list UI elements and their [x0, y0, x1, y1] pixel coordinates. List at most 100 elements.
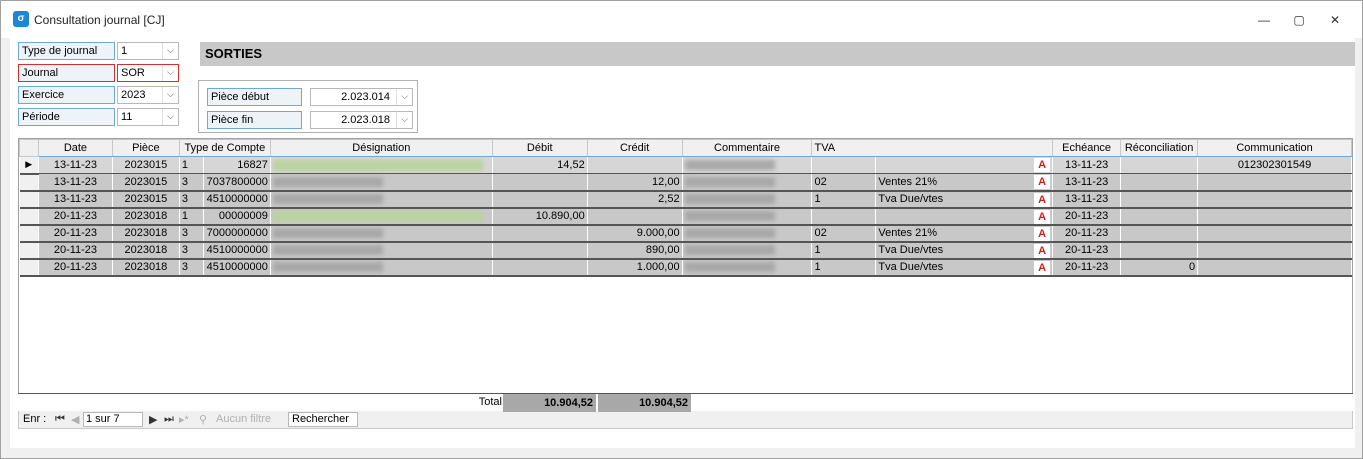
cell-tva-code[interactable]: 1 [811, 258, 877, 277]
cell-compte[interactable]: 7000000000 [203, 224, 271, 243]
cell-communication[interactable] [1197, 224, 1352, 243]
chevron-down-icon[interactable]: ⌵ [396, 89, 412, 105]
tva-warning-icon[interactable]: A [1034, 175, 1051, 189]
table-row[interactable]: 20-11-23 2023018 3 7000000000 9.000,00 02 Vent… [19, 224, 1352, 243]
chevron-down-icon[interactable]: ⌵ [162, 65, 178, 81]
cell-echeance[interactable]: 20-11-23 [1052, 224, 1122, 243]
cell-tva-code[interactable] [811, 156, 877, 174]
cell-compte[interactable]: 00000009 [203, 207, 271, 226]
last-record-icon[interactable]: ⏭ [164, 413, 174, 426]
row-indicator[interactable] [19, 258, 39, 277]
column-header-piece[interactable]: Pièce [111, 139, 180, 157]
cell-reconciliation[interactable] [1120, 156, 1199, 174]
cell-debit[interactable] [492, 190, 588, 209]
cell-piece[interactable]: 2023018 [112, 258, 180, 277]
chevron-down-icon[interactable]: ⌵ [162, 87, 178, 103]
cell-debit[interactable]: 10.890,00 [492, 207, 588, 226]
cell-debit[interactable] [492, 258, 588, 277]
search-input[interactable]: Rechercher [288, 412, 358, 427]
table-row[interactable]: 20-11-23 2023018 1 00000009 10.890,00 A 20-11-… [19, 207, 1352, 226]
column-header-credit[interactable]: Crédit [586, 139, 683, 157]
cell-type[interactable]: 3 [179, 241, 204, 260]
cell-echeance[interactable]: 13-11-23 [1052, 173, 1122, 192]
journal-grid[interactable]: Date Pièce Type de Compte Désignation Dé… [18, 138, 1353, 429]
cell-commentaire[interactable] [682, 241, 813, 260]
cell-reconciliation[interactable] [1120, 224, 1199, 243]
cell-designation[interactable] [270, 190, 493, 209]
cell-debit[interactable] [492, 224, 588, 243]
row-indicator[interactable] [19, 241, 39, 260]
cell-compte[interactable]: 4510000000 [203, 190, 271, 209]
column-header-commentaire[interactable]: Commentaire [681, 139, 813, 157]
cell-type[interactable]: 3 [179, 173, 204, 192]
cell-piece[interactable]: 2023015 [112, 173, 180, 192]
cell-credit[interactable] [587, 156, 683, 174]
cell-tva-label[interactable]: Tva Due/vtes A [875, 190, 1054, 209]
cell-type[interactable]: 1 [179, 207, 204, 226]
cell-date[interactable]: 20-11-23 [38, 241, 113, 260]
cell-piece[interactable]: 2023015 [112, 190, 180, 209]
row-indicator[interactable] [19, 224, 39, 243]
chevron-down-icon[interactable]: ⌵ [396, 112, 412, 128]
exercice-combo[interactable]: 2023 ⌵ [117, 86, 179, 104]
tva-warning-icon[interactable]: A [1034, 158, 1051, 172]
cell-tva-code[interactable]: 02 [811, 224, 877, 243]
tva-warning-icon[interactable]: A [1034, 192, 1051, 206]
column-header-date[interactable]: Date [37, 139, 113, 157]
cell-piece[interactable]: 2023018 [112, 224, 180, 243]
tva-warning-icon[interactable]: A [1034, 226, 1051, 240]
cell-echeance[interactable]: 20-11-23 [1052, 207, 1122, 226]
cell-compte[interactable]: 4510000000 [203, 241, 271, 260]
cell-tva-label[interactable]: A [875, 156, 1054, 174]
cell-tva-label[interactable]: Tva Due/vtes A [875, 241, 1054, 260]
record-position-input[interactable]: 1 sur 7 [83, 412, 143, 427]
cell-piece[interactable]: 2023015 [112, 156, 180, 174]
cell-designation[interactable] [270, 241, 493, 260]
cell-date[interactable]: 13-11-23 [38, 190, 113, 209]
cell-designation[interactable] [270, 173, 493, 192]
cell-credit[interactable]: 12,00 [587, 173, 683, 192]
cell-echeance[interactable]: 20-11-23 [1052, 258, 1122, 277]
cell-tva-code[interactable]: 02 [811, 173, 877, 192]
cell-commentaire[interactable] [682, 207, 813, 226]
cell-compte[interactable]: 4510000000 [203, 258, 271, 277]
previous-record-icon[interactable]: ◀ [71, 413, 79, 426]
cell-tva-label[interactable]: Ventes 21% A [875, 224, 1054, 243]
filter-off-icon[interactable]: ⚲ [199, 413, 207, 426]
cell-tva-label[interactable]: Tva Due/vtes A [875, 258, 1054, 277]
first-record-icon[interactable]: ⏮ [55, 413, 65, 426]
cell-communication[interactable] [1197, 190, 1352, 209]
cell-credit[interactable]: 2,52 [587, 190, 683, 209]
table-row[interactable]: 13-11-23 2023015 3 4510000000 2,52 1 Tva Due/v… [19, 190, 1352, 209]
cell-type[interactable]: 1 [179, 156, 204, 174]
cell-designation[interactable] [270, 156, 493, 174]
cell-communication[interactable] [1197, 241, 1352, 260]
cell-debit[interactable] [492, 173, 588, 192]
cell-designation[interactable] [270, 224, 493, 243]
filter-status[interactable]: Aucun filtre [216, 413, 271, 425]
cell-designation[interactable] [270, 207, 493, 226]
cell-communication[interactable] [1197, 258, 1352, 277]
cell-credit[interactable]: 1.000,00 [587, 258, 683, 277]
row-indicator[interactable] [19, 173, 39, 192]
cell-type[interactable]: 3 [179, 224, 204, 243]
cell-commentaire[interactable] [682, 224, 813, 243]
column-header-echeance[interactable]: Echéance [1052, 139, 1122, 157]
cell-date[interactable]: 20-11-23 [38, 224, 113, 243]
cell-reconciliation[interactable] [1120, 173, 1199, 192]
row-indicator[interactable] [19, 190, 39, 209]
cell-date[interactable]: 20-11-23 [38, 207, 113, 226]
cell-credit[interactable]: 9.000,00 [587, 224, 683, 243]
piece-fin-combo[interactable]: 2.023.018 ⌵ [310, 111, 413, 129]
table-row[interactable]: 20-11-23 2023018 3 4510000000 1.000,00 1 Tva D… [19, 258, 1352, 277]
tva-warning-icon[interactable]: A [1034, 243, 1051, 257]
cell-communication[interactable]: 012302301549 [1197, 156, 1352, 174]
cell-type[interactable]: 3 [179, 258, 204, 277]
cell-tva-code[interactable]: 1 [811, 241, 877, 260]
maximize-button[interactable]: ▢ [1289, 11, 1309, 29]
cell-communication[interactable] [1197, 173, 1352, 192]
cell-date[interactable]: 13-11-23 [38, 173, 113, 192]
cell-reconciliation[interactable] [1120, 241, 1199, 260]
cell-commentaire[interactable] [682, 173, 813, 192]
cell-echeance[interactable]: 13-11-23 [1052, 190, 1122, 209]
